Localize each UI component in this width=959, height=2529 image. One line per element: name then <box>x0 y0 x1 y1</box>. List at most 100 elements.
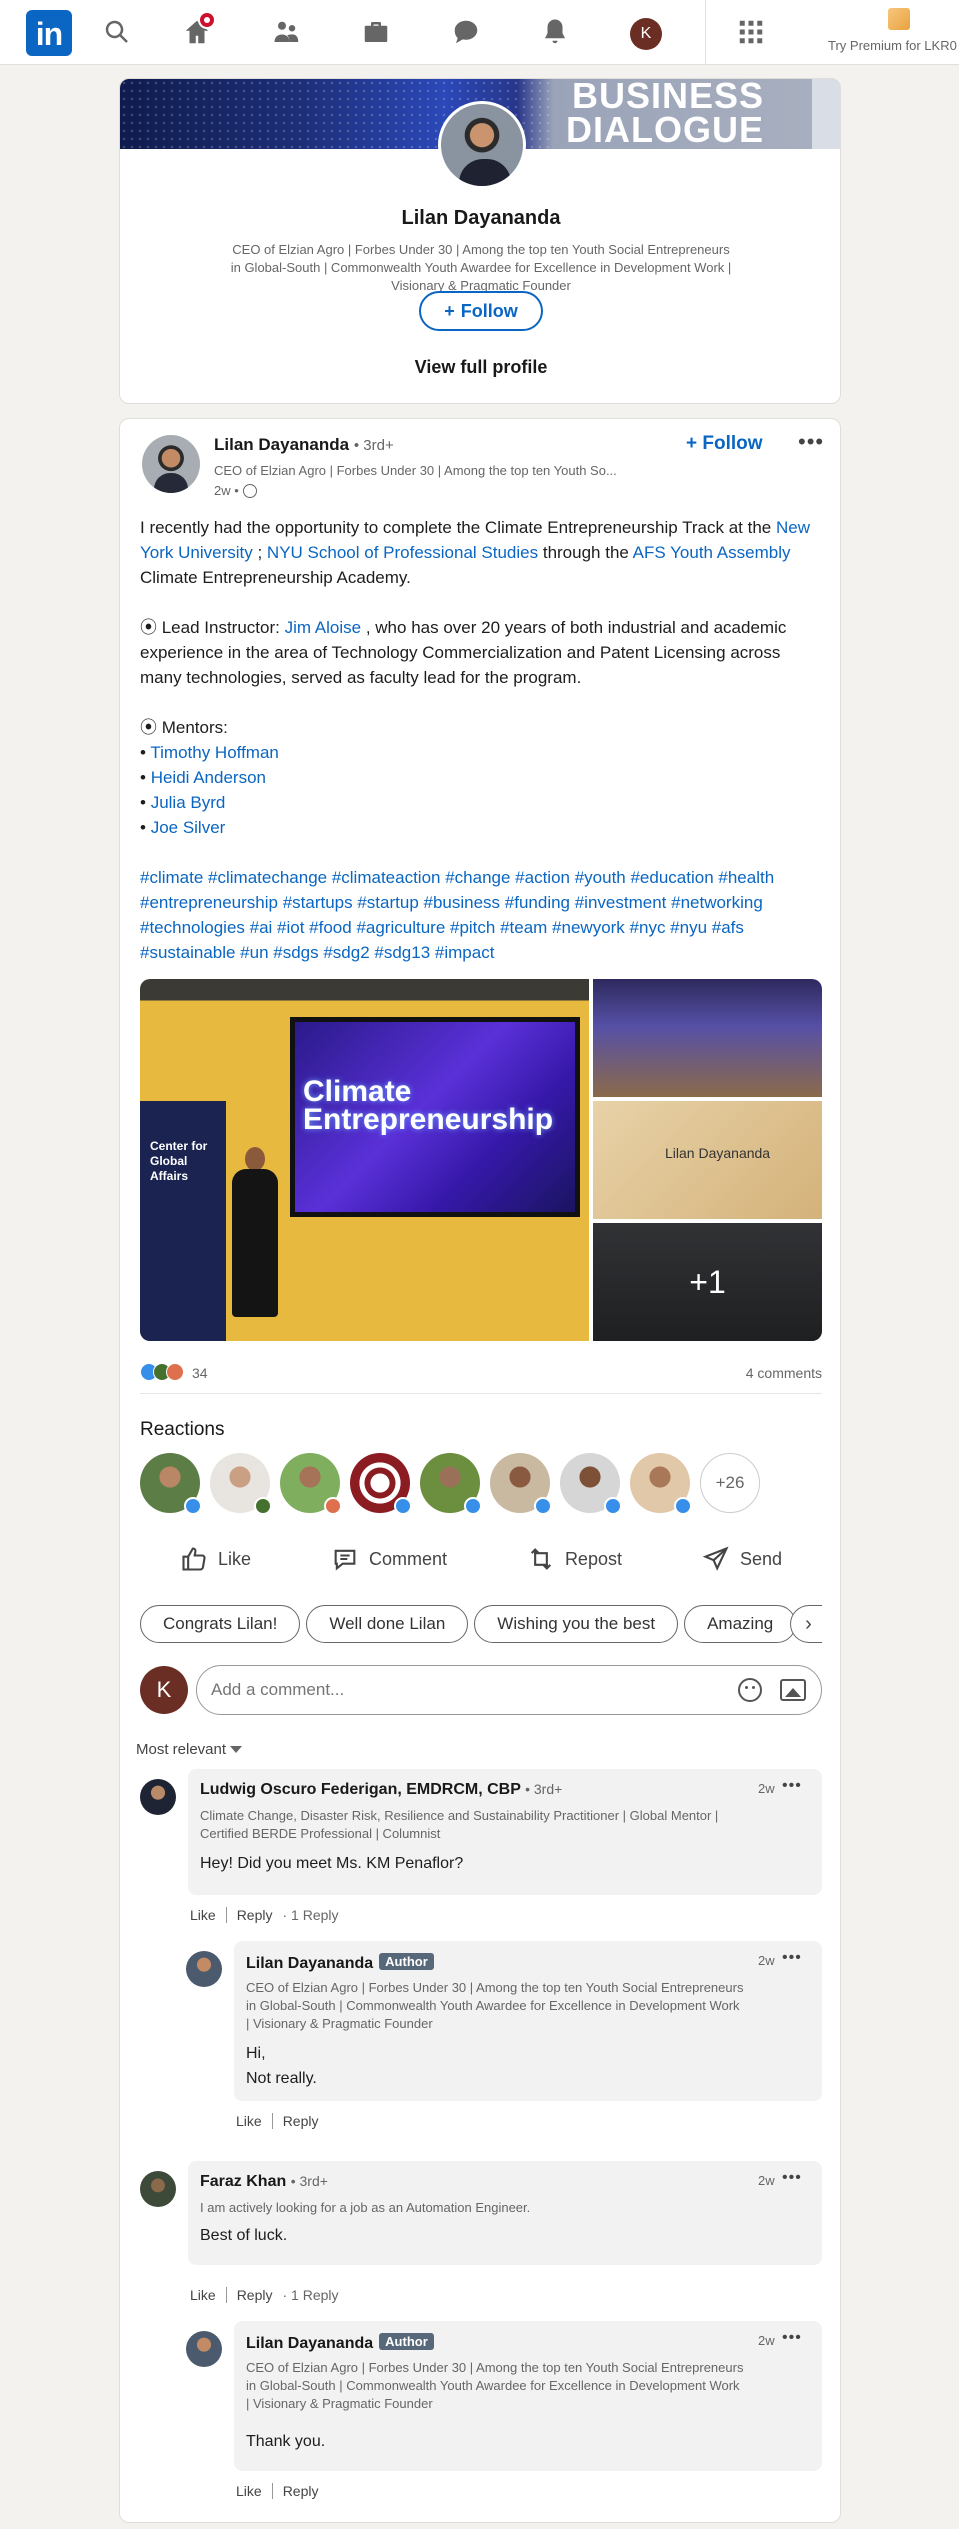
comment-actions: Like Reply · 1 Reply <box>190 2287 339 2303</box>
certificate-name: Lilan Dayananda <box>665 1145 771 1161</box>
post-author-headline: CEO of Elzian Agro | Forbes Under 30 | A… <box>214 463 617 478</box>
gallery-image-more[interactable]: +1 <box>593 1223 822 1341</box>
plus-icon: + <box>444 300 455 321</box>
post-more-options-icon[interactable]: ••• <box>798 431 824 453</box>
comment-reply-button[interactable]: Reply <box>237 1907 273 1923</box>
mentor-item: • Timothy Hoffman <box>140 743 279 762</box>
profile-photo[interactable] <box>438 101 526 189</box>
replies-count[interactable]: · 1 Reply <box>282 2287 338 2303</box>
reactor-avatar[interactable] <box>490 1453 552 1515</box>
text-span: ; <box>252 543 267 562</box>
nav-divider <box>705 0 706 64</box>
apps-grid-icon[interactable] <box>734 15 768 49</box>
sort-label: Most relevant <box>136 1741 227 1758</box>
screen-text: Climate Entrepreneurship <box>303 1075 554 1136</box>
post-follow-button[interactable]: + Follow <box>686 433 763 455</box>
stand-text: Center for Global Affairs <box>150 1139 208 1183</box>
send-button[interactable]: Send <box>702 1545 782 1573</box>
comment-time: 2w <box>758 2333 775 2348</box>
suggestion-chip[interactable]: Well done Lilan <box>306 1605 469 1643</box>
comment-bubble: Ludwig Oscuro Federigan, EMDRCM, CBP • 3… <box>188 1769 822 1895</box>
commenter-name[interactable]: Faraz Khan • 3rd+ <box>200 2173 328 2191</box>
comment-input[interactable] <box>196 1665 822 1715</box>
me-avatar[interactable]: K <box>630 18 662 50</box>
reactor-avatar[interactable] <box>140 1453 202 1515</box>
replies-count[interactable]: · 1 Reply <box>282 1907 338 1923</box>
comment-time: 2w <box>758 1781 775 1796</box>
comment-reply-button[interactable]: Reply <box>283 2113 319 2129</box>
comment-like-button[interactable]: Like <box>236 2113 262 2129</box>
gallery-image-2[interactable] <box>593 979 822 1097</box>
mention-timothy-hoffman[interactable]: Timothy Hoffman <box>150 743 279 762</box>
commenter-name[interactable]: Ludwig Oscuro Federigan, EMDRCM, CBP • 3… <box>200 1781 562 1799</box>
commenter-avatar[interactable] <box>186 2331 222 2367</box>
comment-more-icon[interactable]: ••• <box>782 1949 802 1967</box>
commenter-name-text: Ludwig Oscuro Federigan, EMDRCM, CBP <box>200 1781 521 1798</box>
more-reactors-button[interactable]: +26 <box>700 1453 760 1513</box>
repost-button[interactable]: Repost <box>527 1545 622 1573</box>
image-upload-icon[interactable] <box>780 1679 806 1701</box>
comment-reply-button[interactable]: Reply <box>283 2483 319 2499</box>
my-network-icon[interactable] <box>270 15 304 49</box>
commenter-avatar[interactable] <box>140 2171 176 2207</box>
premium-icon[interactable] <box>888 8 910 30</box>
gallery-image-certificate[interactable]: Lilan Dayananda <box>593 1101 822 1219</box>
comment-like-button[interactable]: Like <box>190 2287 216 2303</box>
commenter-avatar[interactable] <box>186 1951 222 1987</box>
celebrate-badge-icon <box>254 1497 272 1515</box>
view-full-profile-link[interactable]: View full profile <box>120 357 840 378</box>
comments-count[interactable]: 4 comments <box>746 1365 822 1381</box>
mention-heidi-anderson[interactable]: Heidi Anderson <box>151 768 266 787</box>
suggestion-chip[interactable]: Congrats Lilan! <box>140 1605 301 1643</box>
profile-follow-button[interactable]: + Follow <box>419 291 543 331</box>
mention-nyu-sps[interactable]: NYU School of Professional Studies <box>267 543 538 562</box>
commenter-name[interactable]: Lilan Dayananda Author <box>246 1953 434 1973</box>
mention-jim-aloise[interactable]: Jim Aloise <box>285 618 362 637</box>
commenter-name[interactable]: Lilan Dayananda Author <box>246 2333 434 2353</box>
reactor-avatar[interactable] <box>420 1453 482 1515</box>
comment-more-icon[interactable]: ••• <box>782 2329 802 2347</box>
reactor-avatar[interactable] <box>210 1453 272 1515</box>
comment-sort-dropdown[interactable]: Most relevant <box>136 1741 243 1758</box>
commenter-avatar[interactable] <box>140 1779 176 1815</box>
gallery-image-main[interactable]: Climate Entrepreneurship Center for Glob… <box>140 979 589 1341</box>
post-author-avatar[interactable] <box>142 435 200 493</box>
reaction-count[interactable]: 34 <box>192 1365 208 1381</box>
comment-button[interactable]: Comment <box>331 1545 447 1573</box>
reactor-avatar[interactable] <box>280 1453 342 1515</box>
notifications-bell-icon[interactable] <box>538 15 572 49</box>
reaction-icons[interactable] <box>140 1363 184 1381</box>
comment-composer: K <box>140 1665 822 1715</box>
linkedin-logo[interactable]: in <box>26 10 72 56</box>
comment-reply-button[interactable]: Reply <box>237 2287 273 2303</box>
profile-name[interactable]: Lilan Dayananda <box>120 207 840 230</box>
emoji-icon[interactable] <box>738 1678 762 1702</box>
jobs-icon[interactable] <box>359 15 393 49</box>
suggestion-chip[interactable]: Wishing you the best <box>474 1605 679 1643</box>
text-span: Climate Entrepreneurship Academy. <box>140 568 411 587</box>
like-button[interactable]: Like <box>180 1545 251 1573</box>
follow-label: Follow <box>460 300 518 321</box>
text-span: I recently had the opportunity to comple… <box>140 518 776 537</box>
search-icon[interactable] <box>100 15 134 49</box>
plus-icon: + <box>686 433 698 454</box>
chevron-right-icon[interactable]: › <box>790 1605 822 1643</box>
like-badge-icon <box>394 1497 412 1515</box>
comment-more-icon[interactable]: ••• <box>782 1777 802 1795</box>
suggestion-chip[interactable]: Amazing <box>684 1605 797 1643</box>
mention-joe-silver[interactable]: Joe Silver <box>151 818 226 837</box>
send-icon <box>702 1546 729 1571</box>
comment-like-button[interactable]: Like <box>190 1907 216 1923</box>
mention-afs-youth-assembly[interactable]: AFS Youth Assembly <box>633 543 791 562</box>
messaging-icon[interactable] <box>449 15 483 49</box>
home-icon[interactable] <box>180 11 216 49</box>
reactor-avatar[interactable] <box>560 1453 622 1515</box>
try-premium-link[interactable]: Try Premium for LKR0 <box>828 38 957 53</box>
mention-julia-byrd[interactable]: Julia Byrd <box>151 793 226 812</box>
comment-like-button[interactable]: Like <box>236 2483 262 2499</box>
comment-more-icon[interactable]: ••• <box>782 2169 802 2187</box>
reactor-avatar[interactable] <box>630 1453 692 1515</box>
post-author-name[interactable]: Lilan Dayananda • 3rd+ <box>214 435 394 455</box>
hashtags[interactable]: #climate #climatechange #climateaction #… <box>140 865 822 965</box>
reactor-avatar[interactable] <box>350 1453 412 1515</box>
